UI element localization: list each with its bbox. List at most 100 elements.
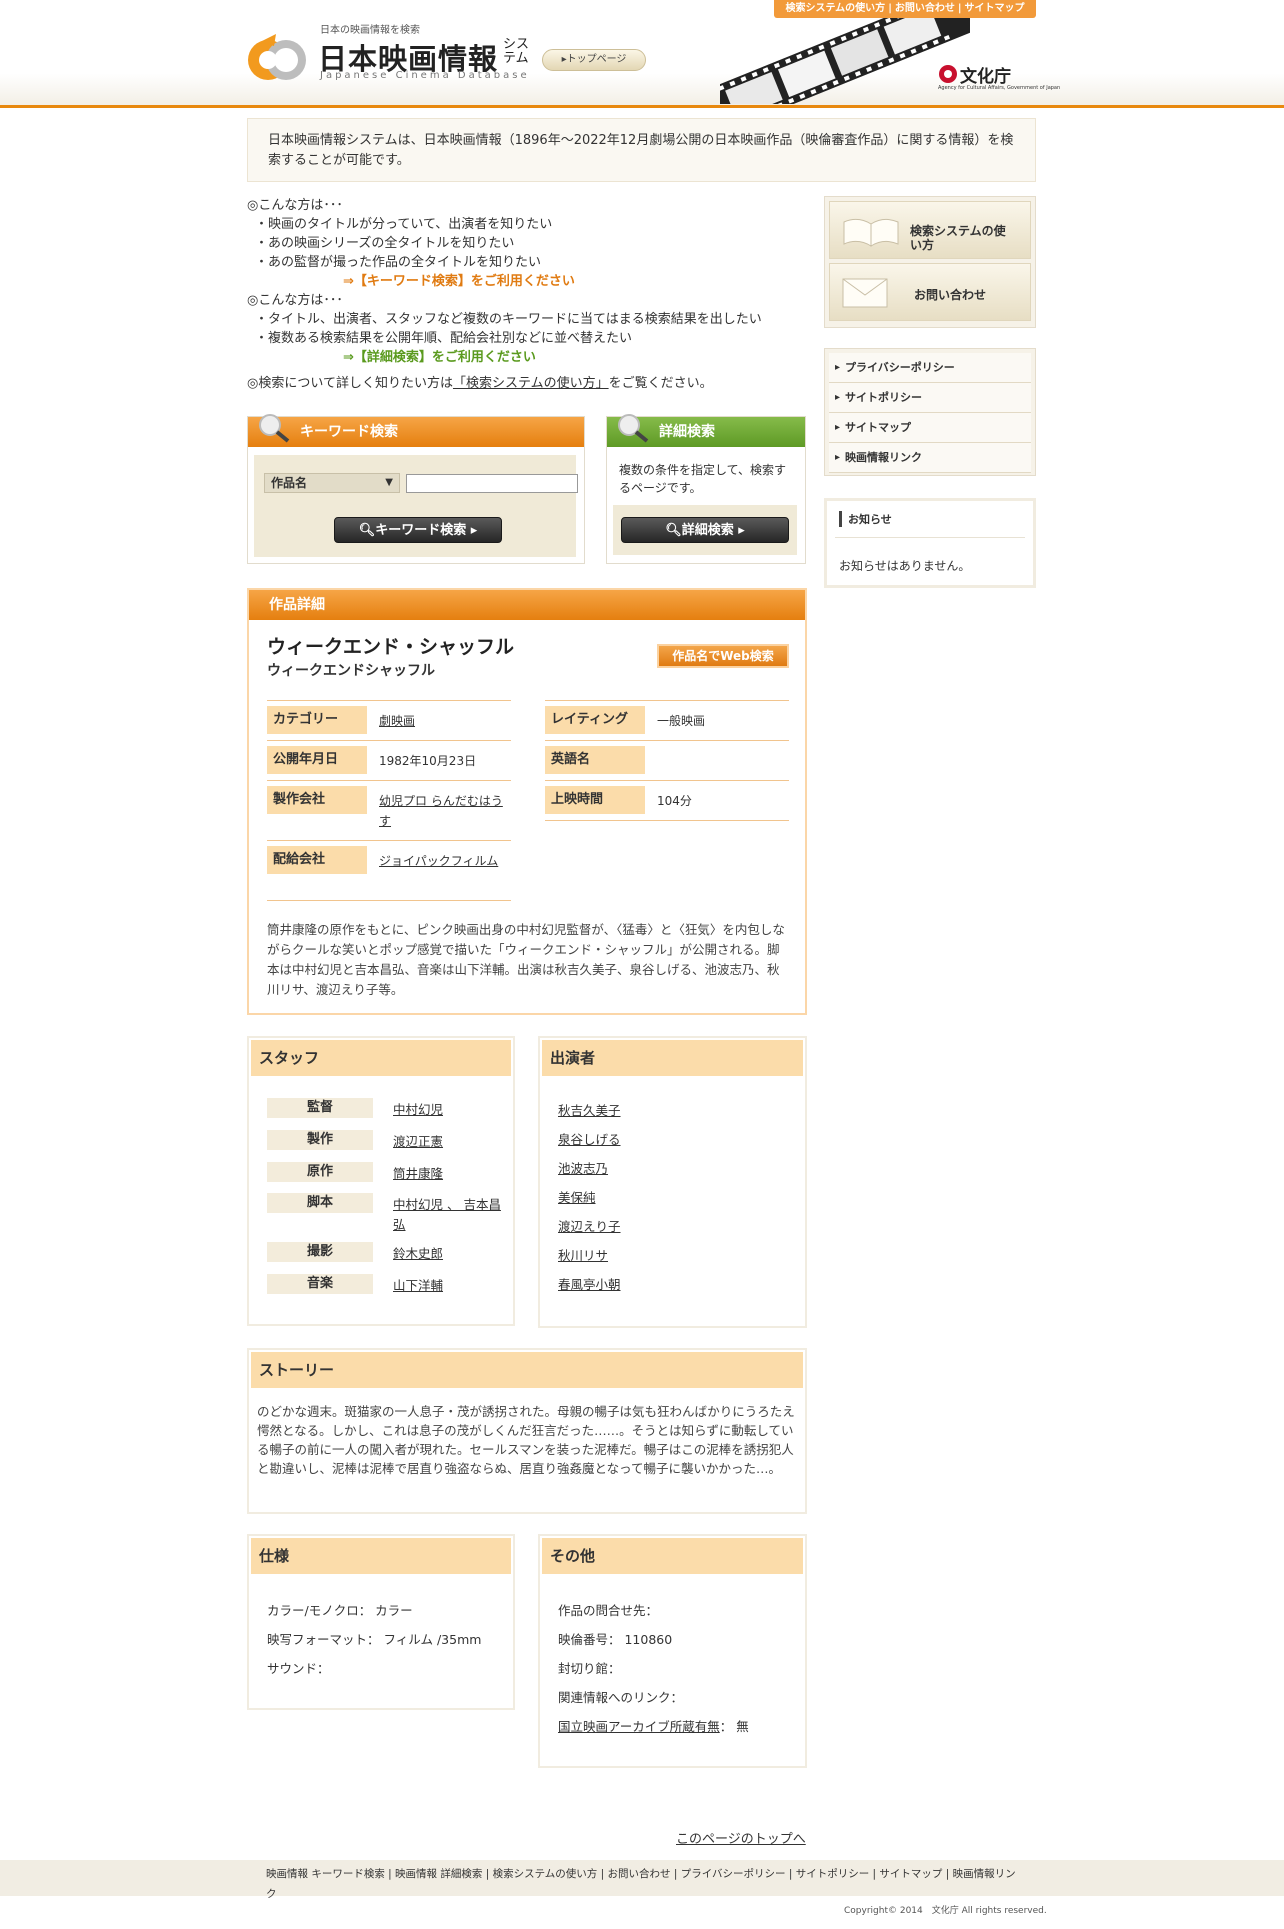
sidebar-link-privacy[interactable]: プライバシーポリシー [829, 353, 1031, 383]
case2-item: ・タイトル、出演者、スタッフなど複数のキーワードに当てはまる検索結果を出したい [255, 312, 762, 327]
field-row: 製作会社 幼児プロ らんだむはうす [267, 781, 511, 841]
other-panel: その他 作品の問合せ先： 映倫番号： 110860 封切り館： 関連情報へのリン… [538, 1534, 807, 1768]
cast-name-link[interactable]: 美保純 [558, 1187, 596, 1206]
staff-title: スタッフ [251, 1040, 511, 1076]
cast-panel: 出演者 秋吉久美子 泉谷しげる 池波志乃 美保純 渡辺えり子 秋川リサ 春風亭小… [538, 1036, 807, 1328]
other-line: 関連情報へのリンク： [558, 1690, 684, 1705]
header-link-contact[interactable]: お問い合わせ [895, 3, 955, 14]
logo-tagline: 日本の映画情報を検索 [320, 25, 420, 36]
case1-item: ・あの映画シリーズの全タイトルを知りたい [255, 236, 515, 251]
film-detail-header: 作品詳細 [249, 590, 805, 620]
agency-name-en: Agency for Cultural Affairs, Government … [938, 85, 1061, 91]
film-title-kana: ウィークエンドシャッフル [267, 663, 435, 679]
case1-heading: ◎こんな方は･･･ [247, 198, 343, 213]
field-row: 上映時間 104分 [545, 781, 789, 821]
other-line: 映倫番号： 110860 [558, 1632, 673, 1647]
cast-name-link[interactable]: 渡辺えり子 [558, 1216, 621, 1235]
detail-search-description: 複数の条件を指定して、検索するページです。 [619, 463, 787, 495]
detail-search-box: 詳細検索 複数の条件を指定して、検索するページです。 🔍︎詳細検索 ▸ [606, 414, 806, 564]
field-row: 公開年月日 1982年10月23日 [267, 741, 511, 781]
detail-search-title: 詳細検索 [659, 424, 715, 440]
field-row: 英語名 [545, 741, 789, 781]
keyword-search-cta: ⇒【キーワード検索】をご利用ください [343, 274, 575, 289]
archive-link[interactable]: 国立映画アーカイブ所蔵有無 [558, 1719, 720, 1734]
news-box: お知らせ お知らせはありません。 [824, 498, 1036, 588]
archive-line: 国立映画アーカイブ所蔵有無： 無 [558, 1716, 749, 1735]
cast-name-link[interactable]: 秋川リサ [558, 1245, 608, 1264]
film-synopsis: 筒井康隆の原作をもとに、ピンク映画出身の中村幻児監督が、〈猛毒〉と〈狂気〉を内包… [267, 922, 785, 997]
spec-line: サウンド： [267, 1661, 330, 1676]
agency-emblem-icon [939, 65, 957, 83]
news-title: お知らせ [839, 511, 892, 527]
staff-name-link[interactable]: 中村幻児 [393, 1100, 503, 1120]
field-value: 104分 [657, 794, 692, 808]
logo-mark-icon[interactable] [246, 30, 312, 84]
cast-name-link[interactable]: 秋吉久美子 [558, 1100, 621, 1119]
field-key: 公開年月日 [267, 746, 367, 774]
staff-name-link[interactable]: 鈴木史郎 [393, 1244, 503, 1264]
field-value-link[interactable]: 劇映画 [379, 711, 505, 731]
back-to-top-link[interactable]: このページのトップへ [676, 1828, 806, 1847]
field-key: 製作会社 [267, 786, 367, 814]
copyright: Copyright© 2014 文化庁 All rights reserved. [844, 1906, 1047, 1916]
field-key: 配給会社 [267, 846, 367, 874]
case2-item: ・複数ある検索結果を公開年順、配給会社別などに並べ替えたい [255, 331, 633, 346]
field-key: カテゴリー [267, 706, 367, 734]
sidebar-buttons: 検索システムの使い方 お問い合わせ [824, 196, 1036, 328]
header-link-sitemap[interactable]: サイトマップ [965, 3, 1025, 14]
keyword-input[interactable] [406, 474, 578, 493]
staff-name-link[interactable]: 山下洋輔 [393, 1276, 503, 1296]
detail-search-header: 詳細検索 [607, 414, 805, 447]
archive-value: ： 無 [719, 1719, 749, 1734]
detail-search-cta: ⇒【詳細検索】をご利用ください [343, 350, 536, 365]
keyword-search-button[interactable]: 🔍︎キーワード検索 ▸ [334, 517, 502, 543]
howto-link[interactable]: 「検索システムの使い方」 [453, 376, 609, 391]
field-value: 一般映画 [657, 714, 706, 728]
story-panel: ストーリー のどかな週末。斑猫家の一人息子・茂が誘拐された。母親の暢子は気も狂わ… [247, 1348, 807, 1514]
other-line: 作品の問合せ先： [558, 1603, 659, 1618]
search-field-select-value: 作品名 [271, 476, 308, 490]
logo-subtitle-en: Japanese Cinema Database [320, 70, 530, 81]
sidebar-link-film-links[interactable]: 映画情報リンク [829, 443, 1031, 473]
field-value-link[interactable]: ジョイパックフィルム [379, 851, 505, 871]
news-divider [835, 537, 1025, 538]
case1-item: ・あの監督が撮った作品の全タイトルを知りたい [255, 255, 542, 270]
staff-name-link[interactable]: 渡辺正憲 [393, 1132, 503, 1152]
more-info-prefix: ◎検索について詳しく知りたい方は [247, 376, 453, 391]
staff-name-link[interactable]: 筒井康隆 [393, 1164, 503, 1184]
staff-name-link[interactable]: 中村幻児 、 吉本昌弘 [393, 1195, 503, 1235]
staff-panel: スタッフ 監督 中村幻児 製作 渡辺正憲 原作 筒井康隆 脚本 中村幻児 、 吉… [247, 1036, 515, 1326]
field-value: 1982年10月23日 [379, 754, 477, 768]
cast-name-link[interactable]: 春風亭小朝 [558, 1274, 621, 1293]
magnifier-icon [618, 414, 649, 443]
case1-item: ・映画のタイトルが分っていて、出演者を知りたい [255, 217, 553, 232]
search-field-select[interactable]: 作品名 ▼ [264, 473, 400, 493]
sidebar-howto-label: 検索システムの使い方 [910, 224, 1006, 252]
sidebar-link-sitemap[interactable]: サイトマップ [829, 413, 1031, 443]
keyword-search-form: 作品名 ▼ 🔍︎キーワード検索 ▸ [254, 455, 578, 557]
sidebar-links: プライバシーポリシー サイトポリシー サイトマップ 映画情報リンク [824, 348, 1036, 476]
magnifier-icon [259, 414, 290, 443]
usage-guide: ◎こんな方は･･･ ・映画のタイトルが分っていて、出演者を知りたい ・あの映画シ… [247, 196, 807, 393]
detail-search-button[interactable]: 🔍︎詳細検索 ▸ [621, 517, 789, 543]
field-value-link[interactable]: 幼児プロ らんだむはうす [379, 791, 505, 831]
top-page-button[interactable]: ▸トップページ [542, 49, 646, 71]
keyword-search-box: キーワード検索 作品名 ▼ 🔍︎キーワード検索 ▸ [247, 414, 585, 564]
cast-name-link[interactable]: 泉谷しげる [558, 1129, 621, 1148]
footer-links[interactable]: 映画情報 キーワード検索 | 映画情報 詳細検索 | 検索システムの使い方 | … [266, 1864, 1016, 1904]
sidebar-link-site-policy[interactable]: サイトポリシー [829, 383, 1031, 413]
detail-search-button-label: 詳細検索 ▸ [681, 523, 745, 538]
sidebar-contact-label: お問い合わせ [914, 288, 987, 302]
sidebar-howto-button[interactable]: 検索システムの使い方 [829, 201, 1031, 259]
header-top-links: 検索システムの使い方 | お問い合わせ | サイトマップ [774, 0, 1036, 18]
web-search-button[interactable]: 作品名でWeb検索 [657, 644, 789, 668]
staff-role: 原作 [267, 1162, 373, 1182]
staff-role: 脚本 [267, 1193, 373, 1213]
header-link-howto[interactable]: 検索システムの使い方 [785, 3, 885, 14]
cast-name-link[interactable]: 池波志乃 [558, 1158, 608, 1177]
agency-name[interactable]: 文化庁 [960, 62, 1011, 87]
logo-title-suffix: システム [503, 37, 530, 66]
sidebar-contact-button[interactable]: お問い合わせ [829, 263, 1031, 321]
story-text: のどかな週末。斑猫家の一人息子・茂が誘拐された。母親の暢子は気も狂わんばかりにう… [257, 1404, 795, 1476]
more-info-line: ◎検索について詳しく知りたい方は「検索システムの使い方」をご覧ください。 [247, 374, 807, 393]
